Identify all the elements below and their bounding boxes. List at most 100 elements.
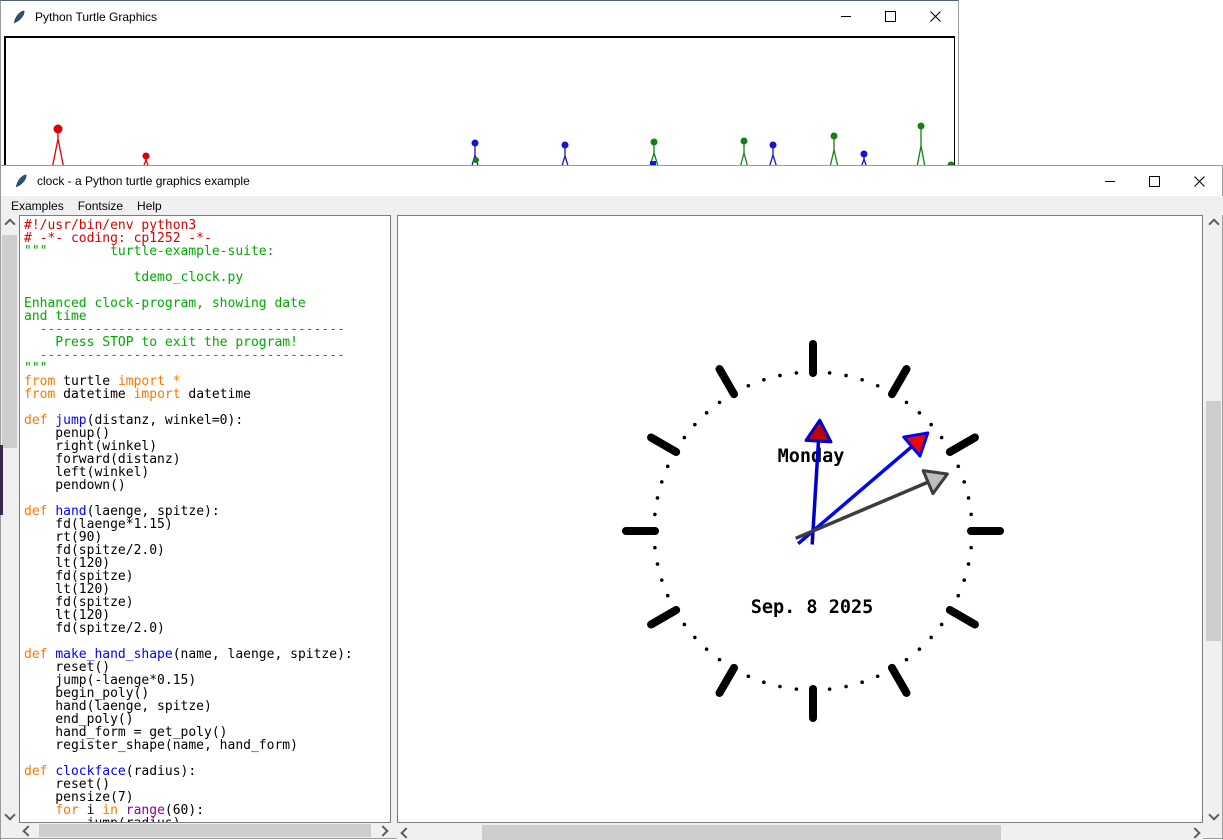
clock-minute-dot xyxy=(967,562,971,566)
clock-minute-dot xyxy=(876,674,880,678)
clock-minute-dot xyxy=(929,423,933,427)
turtle-figure xyxy=(917,123,925,168)
turtle-figure xyxy=(740,138,748,169)
scroll-down-button[interactable] xyxy=(1,806,18,823)
close-icon xyxy=(930,11,941,22)
clock-hour-tick xyxy=(892,668,907,693)
clock-minute-dot xyxy=(666,594,670,598)
minimize-icon xyxy=(1105,181,1115,182)
scroll-left-button[interactable] xyxy=(397,825,414,840)
clock-minute-dot xyxy=(962,480,966,484)
clock-minute-dot xyxy=(693,423,697,427)
maximize-button[interactable] xyxy=(1132,166,1177,196)
scroll-right-button[interactable] xyxy=(1186,825,1203,840)
clock-date-label: Sep. 8 2025 xyxy=(751,597,874,618)
clock-minute-dot xyxy=(747,384,751,388)
chevron-down-icon xyxy=(1208,809,1219,820)
tk-feather-icon xyxy=(13,173,29,189)
code-vertical-scrollbar[interactable] xyxy=(1,215,18,823)
clock-minute-dot xyxy=(653,513,657,517)
clock-hour-tick xyxy=(720,668,735,693)
scroll-left-button[interactable] xyxy=(19,823,36,838)
chevron-left-icon xyxy=(400,827,411,838)
close-button[interactable] xyxy=(913,1,958,32)
clock-minute-dot xyxy=(795,371,799,375)
clock-minute-dot xyxy=(705,647,709,651)
clock-minute-dot xyxy=(795,687,799,691)
turtle-figure xyxy=(471,140,479,169)
clock-minute-dot xyxy=(666,465,670,469)
clock-canvas-pane: Monday Sep. 8 2025 xyxy=(397,215,1203,823)
chevron-up-icon xyxy=(4,218,15,229)
scroll-right-button[interactable] xyxy=(374,823,391,838)
clock-minute-dot xyxy=(718,401,722,405)
clock-minute-dot xyxy=(860,378,864,382)
clock-minute-dot xyxy=(918,411,922,415)
clock-hour-tick xyxy=(720,369,735,394)
canvas-vertical-scrollbar[interactable] xyxy=(1205,215,1222,823)
scroll-up-button[interactable] xyxy=(1,215,18,232)
minimize-icon xyxy=(841,16,851,17)
clock-minute-dot xyxy=(828,687,832,691)
close-button[interactable] xyxy=(1177,166,1222,196)
clock-minute-dot xyxy=(905,401,909,405)
clock-minute-dot xyxy=(940,623,944,627)
maximize-button[interactable] xyxy=(868,1,913,32)
menu-item-help[interactable]: Help xyxy=(130,198,169,214)
menu-item-examples[interactable]: Examples xyxy=(4,198,71,214)
clock-hour-tick xyxy=(950,438,975,453)
clock-minute-dot xyxy=(956,594,960,598)
scrollbar-thumb[interactable] xyxy=(482,825,1001,840)
chevron-down-icon xyxy=(4,809,15,820)
clock-minute-dot xyxy=(660,578,664,582)
clock-minute-dot xyxy=(683,623,687,627)
menubar: ExamplesFontsizeHelp xyxy=(1,196,1223,215)
clock-minute-dot xyxy=(762,378,766,382)
clock-minute-dot xyxy=(653,546,657,550)
code-line: fd(spitze/2.0) xyxy=(24,622,353,635)
code-horizontal-scrollbar[interactable] xyxy=(19,823,391,838)
minimize-button[interactable] xyxy=(1087,166,1132,196)
turtle-figure xyxy=(52,125,64,169)
code-line: pendown() xyxy=(24,479,353,492)
code-line: """ turtle-example-suite: xyxy=(24,245,353,258)
turtle-figure xyxy=(650,139,658,168)
clock-hour-tick xyxy=(892,369,907,394)
canvas-horizontal-scrollbar[interactable] xyxy=(397,825,1203,840)
turtle-figure xyxy=(830,133,838,168)
clock-day-label: Monday xyxy=(778,446,845,467)
clock-hour-tick xyxy=(950,610,975,625)
code-line: from datetime import datetime xyxy=(24,388,353,401)
clock-minute-dot xyxy=(929,636,933,640)
clock-minute-dot xyxy=(962,578,966,582)
scrollbar-thumb[interactable] xyxy=(2,235,17,448)
menu-item-fontsize[interactable]: Fontsize xyxy=(71,198,130,214)
minimize-button[interactable] xyxy=(823,1,868,32)
clock-titlebar: clock - a Python turtle graphics example xyxy=(1,166,1222,196)
clock-minute-dot xyxy=(940,436,944,440)
clock-minute-dot xyxy=(660,480,664,484)
turtle-graphics-titlebar: Python Turtle Graphics xyxy=(1,1,958,32)
clock-minute-dot xyxy=(778,685,782,689)
clock-face: Monday Sep. 8 2025 xyxy=(398,216,1202,822)
clock-minute-dot xyxy=(828,371,832,375)
scrollbar-thumb[interactable] xyxy=(39,824,371,837)
clock-minute-dot xyxy=(905,658,909,662)
background-window-edge-artifact xyxy=(0,445,3,515)
clock-minute-dot xyxy=(656,496,660,500)
scroll-down-button[interactable] xyxy=(1205,806,1222,823)
clock-minute-dot xyxy=(860,680,864,684)
scrollbar-thumb[interactable] xyxy=(1206,401,1221,641)
clock-minute-dot xyxy=(918,647,922,651)
code-line: register_shape(name, hand_form) xyxy=(24,739,353,752)
clock-minute-dot xyxy=(747,674,751,678)
clock-minute-dot xyxy=(956,465,960,469)
scroll-up-button[interactable] xyxy=(1205,215,1222,232)
clock-minute-dot xyxy=(656,562,660,566)
chevron-right-icon xyxy=(377,825,388,836)
source-code-pane[interactable]: #!/usr/bin/env python3# -*- coding: cp12… xyxy=(19,215,391,823)
clock-minute-dot xyxy=(969,513,973,517)
clock-minute-dot xyxy=(967,496,971,500)
window-title: Python Turtle Graphics xyxy=(35,10,157,24)
clock-minute-dot xyxy=(876,384,880,388)
